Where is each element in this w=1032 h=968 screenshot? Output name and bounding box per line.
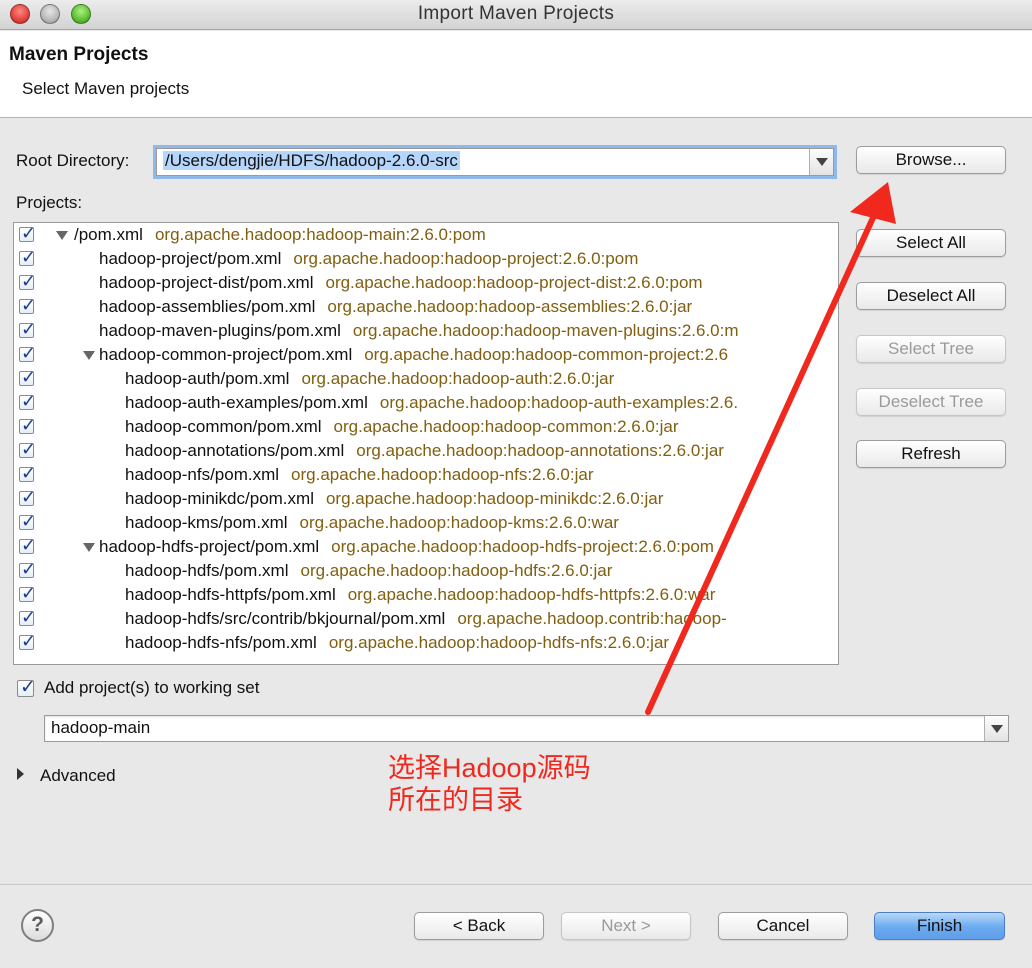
help-icon[interactable]: ? <box>21 909 54 942</box>
next-button[interactable]: Next > <box>561 912 691 940</box>
footer-divider <box>0 884 1032 885</box>
annotation-arrow-head <box>850 182 896 224</box>
cancel-button[interactable]: Cancel <box>718 912 848 940</box>
back-button[interactable]: < Back <box>414 912 544 940</box>
annotation-arrow <box>645 182 896 715</box>
finish-button[interactable]: Finish <box>874 912 1005 940</box>
annotation-arrow-shaft <box>645 195 885 715</box>
